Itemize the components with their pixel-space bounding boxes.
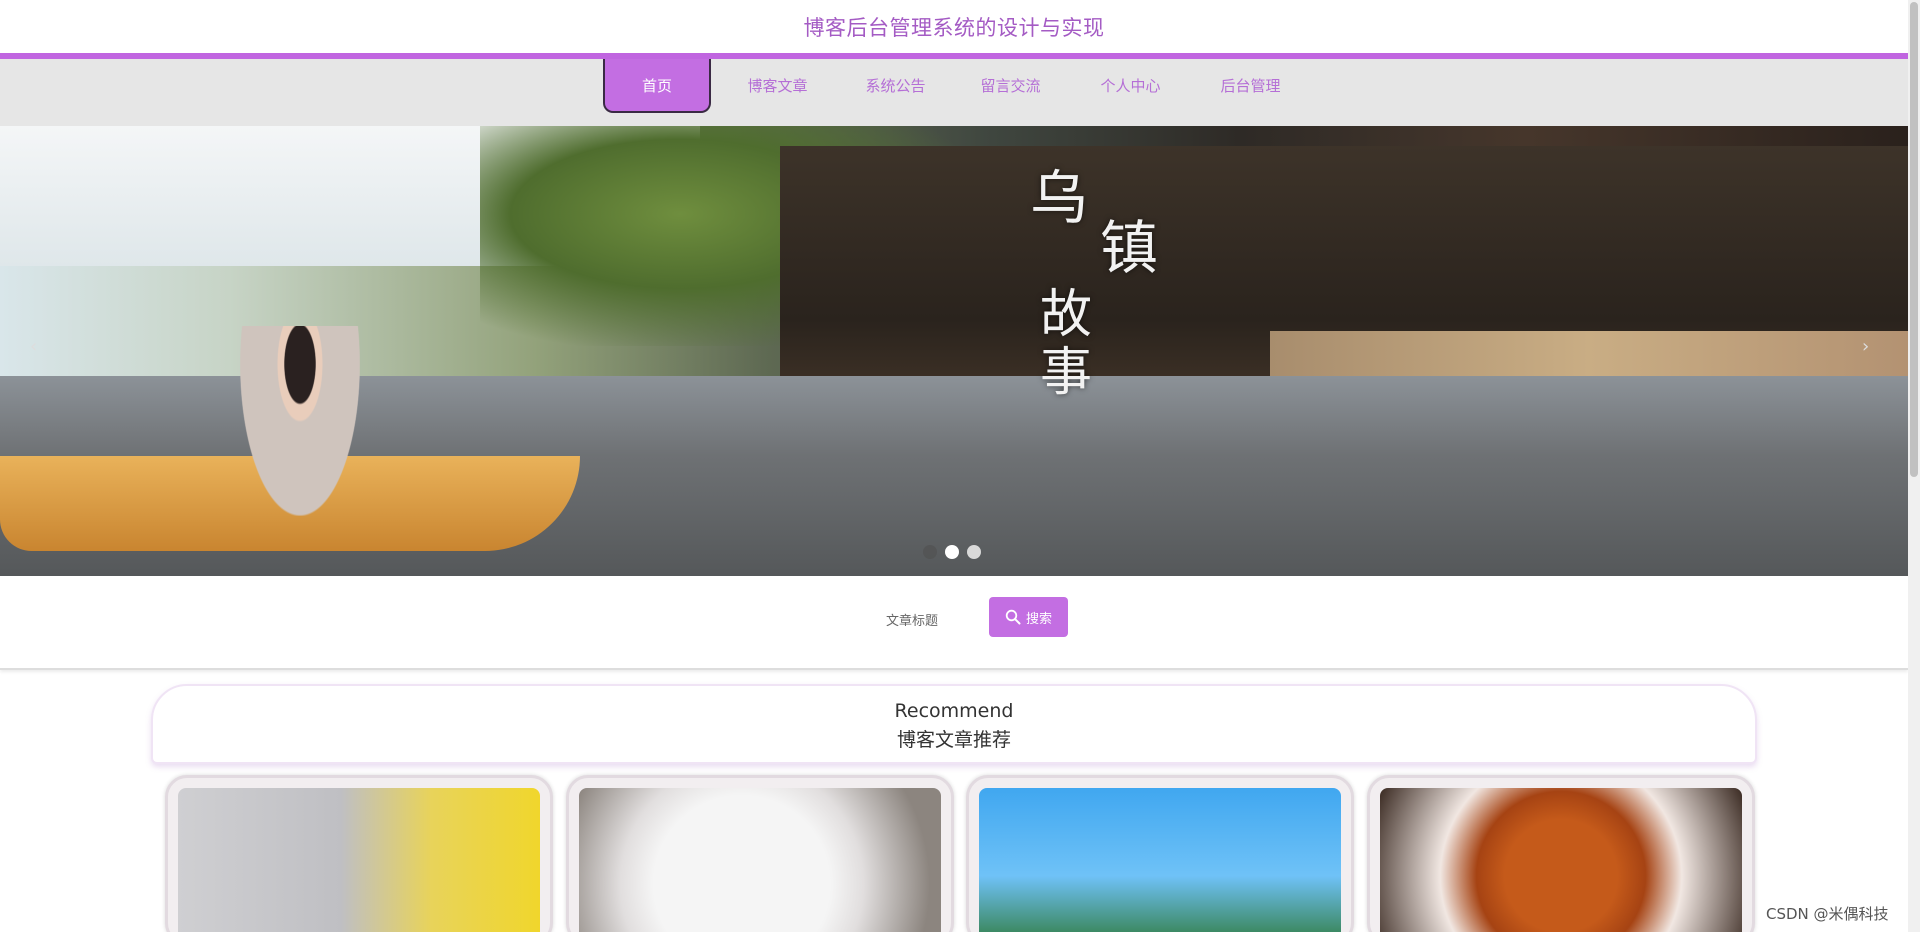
watermark: CSDN @米偶科技 bbox=[1766, 905, 1889, 923]
article-card[interactable] bbox=[1367, 775, 1755, 932]
main-nav: 首页 博客文章 系统公告 留言交流 个人中心 后台管理 bbox=[0, 59, 1908, 126]
hero-banner[interactable]: 乌 镇 故事 bbox=[0, 126, 1908, 576]
recommend-title-en: Recommend bbox=[894, 700, 1014, 722]
banner-text-line3: 故事 bbox=[1040, 285, 1093, 403]
banner-dots bbox=[923, 545, 981, 559]
banner-text-line1: 乌 bbox=[1030, 164, 1089, 232]
search-button[interactable]: 搜索 bbox=[989, 597, 1068, 637]
card-image-mickey-minnie[interactable] bbox=[979, 788, 1341, 932]
nav-item-blog-articles[interactable]: 博客文章 bbox=[730, 59, 825, 111]
banner-prev-arrow[interactable]: ‹ bbox=[30, 336, 37, 357]
article-card[interactable] bbox=[966, 775, 1354, 932]
banner-text-line2: 镇 bbox=[1100, 214, 1159, 282]
search-icon bbox=[1005, 609, 1021, 625]
nav-item-personal-center[interactable]: 个人中心 bbox=[1083, 59, 1178, 111]
site-header: 博客后台管理系统的设计与实现 bbox=[0, 0, 1908, 53]
site-title: 博客后台管理系统的设计与实现 bbox=[803, 15, 1105, 40]
search-button-label: 搜索 bbox=[1025, 611, 1052, 627]
nav-item-home[interactable]: 首页 bbox=[603, 59, 711, 113]
banner-dot-2[interactable] bbox=[945, 545, 959, 559]
nav-item-announcements[interactable]: 系统公告 bbox=[848, 59, 943, 111]
card-image-white-kitten[interactable] bbox=[579, 788, 941, 932]
nav-item-admin[interactable]: 后台管理 bbox=[1203, 59, 1298, 111]
banner-dot-1[interactable] bbox=[923, 545, 937, 559]
article-card[interactable] bbox=[165, 775, 553, 932]
card-image-grey-kitten[interactable] bbox=[178, 788, 540, 932]
card-image-braised-pork[interactable] bbox=[1380, 788, 1742, 932]
banner-person bbox=[240, 326, 360, 516]
recommend-header: Recommend 博客文章推荐 bbox=[151, 684, 1757, 764]
recommend-title-cn: 博客文章推荐 bbox=[896, 729, 1011, 751]
scrollbar-thumb[interactable] bbox=[1910, 2, 1918, 477]
search-field-label[interactable]: 文章标题 bbox=[886, 610, 938, 629]
article-card[interactable] bbox=[566, 775, 954, 932]
banner-next-arrow[interactable]: › bbox=[1862, 336, 1869, 357]
scrollbar[interactable] bbox=[1908, 0, 1920, 932]
search-bar: 文章标题 搜索 bbox=[0, 576, 1908, 670]
banner-dot-3[interactable] bbox=[967, 545, 981, 559]
recommend-cards bbox=[0, 775, 1908, 932]
nav-item-messages[interactable]: 留言交流 bbox=[963, 59, 1058, 111]
